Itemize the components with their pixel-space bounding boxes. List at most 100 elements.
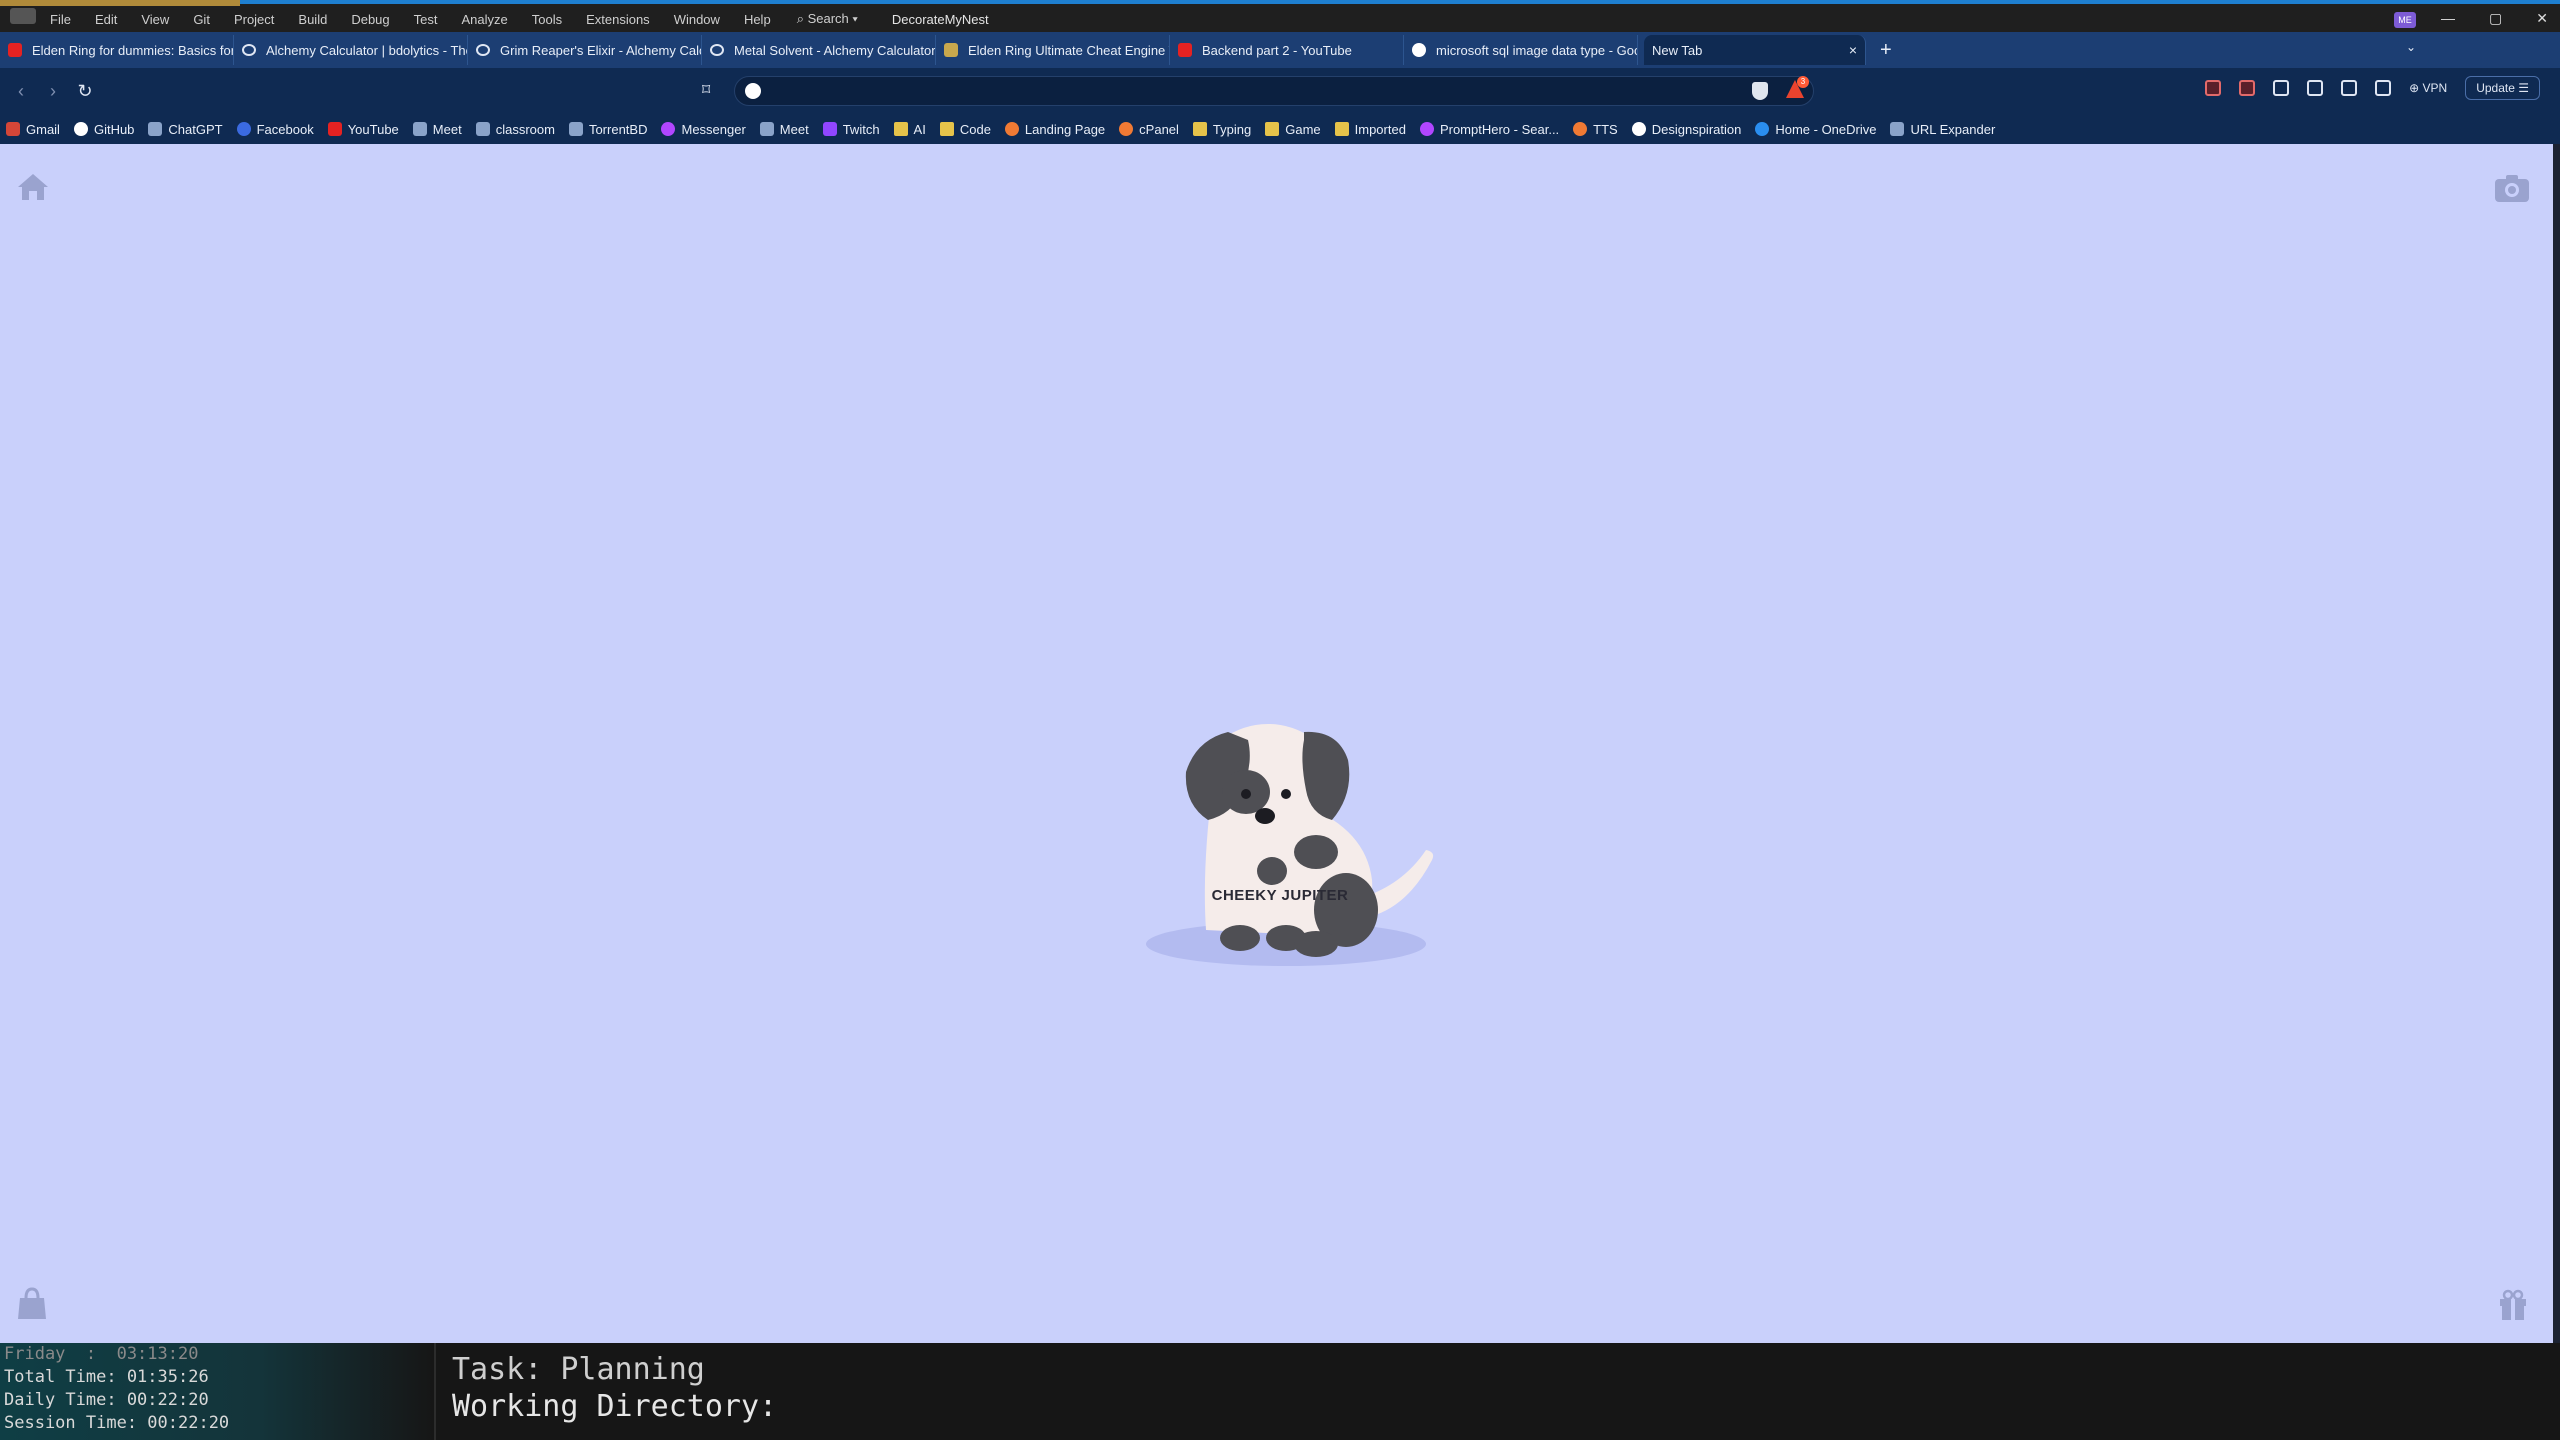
maximize-icon[interactable]: ▢ <box>2489 10 2502 27</box>
bookmark-label: Designspiration <box>1651 121 1742 137</box>
ide-project-name: DecorateMyNest <box>891 11 989 27</box>
tab[interactable]: Elden Ring Ultimate Cheat Engine Ta <box>936 35 1170 65</box>
youtube-icon <box>327 122 342 136</box>
bookmark-item[interactable]: TTS <box>1573 122 1618 137</box>
pet-dog-illustration[interactable] <box>1136 580 1436 980</box>
vpn-button[interactable]: ⊕ VPN <box>2409 81 2447 95</box>
bookmark-item[interactable]: Twitch <box>822 122 880 137</box>
tab-new-tab[interactable]: New Tab × <box>1644 35 1866 65</box>
avatar[interactable]: ME <box>2394 12 2416 28</box>
menu-analyze[interactable]: Analyze <box>461 12 507 27</box>
wallet-icon[interactable] <box>2375 80 2392 96</box>
tab-title: Backend part 2 - YouTube <box>1202 42 1352 58</box>
tab-title: microsoft sql image data type - Goo <box>1436 42 1638 58</box>
bookmark-label: ChatGPT <box>168 121 223 137</box>
menu-view[interactable]: View <box>141 12 169 27</box>
menu-git[interactable]: Git <box>193 12 210 27</box>
bookmark-item[interactable]: Facebook <box>236 122 314 137</box>
google-icon <box>1412 43 1426 57</box>
menu-window[interactable]: Window <box>674 12 720 27</box>
tab[interactable]: Metal Solvent - Alchemy Calculator | <box>702 35 936 65</box>
menu-edit[interactable]: Edit <box>95 12 117 27</box>
bookmark-item[interactable]: Meet <box>759 122 809 137</box>
back-button[interactable]: ‹ <box>10 81 32 102</box>
new-tab-button[interactable]: + <box>1880 39 1892 62</box>
tab[interactable]: Elden Ring for dummies: Basics for E <box>0 35 234 65</box>
bookmark-item[interactable]: Gmail <box>6 122 60 137</box>
bookmark-item[interactable]: Messenger <box>661 122 746 137</box>
reload-button[interactable]: ↻ <box>74 81 96 102</box>
gift-icon[interactable] <box>2497 1287 2529 1321</box>
tab[interactable]: Grim Reaper's Elixir - Alchemy Calcu <box>468 35 702 65</box>
ide-logo-icon <box>10 8 36 24</box>
day-clock: Friday : 03:13:20 <box>4 1344 199 1364</box>
bookmark-label: Typing <box>1212 121 1252 137</box>
extensions-puzzle-icon[interactable] <box>2273 80 2290 96</box>
bookmark-item[interactable]: Meet <box>412 121 462 137</box>
tab[interactable]: microsoft sql image data type - Goo <box>1404 35 1638 65</box>
media-icon[interactable] <box>2307 80 2324 96</box>
bookmark-label: TTS <box>1593 121 1618 137</box>
tab[interactable]: Backend part 2 - YouTube <box>1170 35 1404 65</box>
folder-icon <box>1334 122 1349 136</box>
tab-close-icon[interactable]: × <box>1849 42 1857 58</box>
brave-shield-icon[interactable] <box>1752 82 1768 100</box>
menu-file[interactable]: File <box>50 12 71 27</box>
messenger-icon <box>661 122 676 136</box>
menu-extensions[interactable]: Extensions <box>586 12 650 27</box>
menu-tools[interactable]: Tools <box>532 12 562 27</box>
bookmark-item[interactable]: PromptHero - Sear... <box>1419 121 1560 137</box>
bookmark-item[interactable]: Landing Page <box>1004 122 1105 137</box>
task-panel: Task: Planning Working Directory: <box>452 1351 777 1425</box>
bookmark-item[interactable]: Home - OneDrive <box>1755 122 1876 137</box>
menu-project[interactable]: Project <box>234 12 274 27</box>
menu-help[interactable]: Help <box>744 12 771 27</box>
extension-icon[interactable] <box>2205 80 2222 96</box>
bookmark-item[interactable]: URL Expander <box>1890 122 1995 137</box>
minimize-icon[interactable]: — <box>2441 10 2455 27</box>
working-directory-label: Working Directory: <box>452 1389 778 1424</box>
camera-icon[interactable] <box>2493 172 2531 204</box>
bookmark-item[interactable]: GitHub <box>73 122 134 137</box>
designspiration-icon <box>1631 122 1646 136</box>
address-input[interactable] <box>771 81 1771 103</box>
ide-search-button[interactable]: ⌕ Search ▾ <box>797 5 858 27</box>
bookmark-label: Meet <box>432 121 462 137</box>
bookmark-label: Game <box>1285 121 1321 137</box>
close-icon[interactable]: ✕ <box>2536 10 2548 27</box>
bookmark-item[interactable]: TorrentBD <box>568 122 647 137</box>
sidebar-icon[interactable] <box>2341 80 2358 96</box>
bookmark-item[interactable]: ChatGPT <box>148 121 223 137</box>
forward-button[interactable]: › <box>42 81 64 102</box>
terminal-panel: Friday : 03:13:20 Total Time: 01:35:26 D… <box>0 1343 2560 1440</box>
tab-title: Metal Solvent - Alchemy Calculator | <box>734 42 936 58</box>
tab-list-chevron-icon[interactable]: ⌄ <box>2406 40 2416 54</box>
menu-test[interactable]: Test <box>414 12 438 27</box>
bookmark-item[interactable]: Designspiration <box>1631 121 1742 137</box>
extension-icon[interactable] <box>2239 80 2256 96</box>
bookmark-label: PromptHero - Sear... <box>1439 121 1560 137</box>
home-icon[interactable] <box>16 172 50 202</box>
ide-menu-bar: File Edit View Git Project Build Debug T… <box>0 0 2560 32</box>
bookmark-item[interactable]: classroom <box>475 122 555 137</box>
tab-title: Alchemy Calculator | bdolytics - The <box>266 42 468 58</box>
update-menu-button[interactable]: Update ☰ <box>2465 76 2540 100</box>
bookmark-folder[interactable]: Typing <box>1192 121 1252 137</box>
bookmark-label: YouTube <box>347 121 399 137</box>
bdolytics-icon <box>476 44 490 56</box>
menu-debug[interactable]: Debug <box>351 12 389 27</box>
bookmark-icon[interactable]: ⌑ <box>702 80 710 100</box>
shopping-bag-icon[interactable] <box>16 1287 48 1321</box>
address-bar[interactable] <box>734 76 1814 106</box>
bookmark-folder[interactable]: Imported <box>1334 122 1406 137</box>
torrentbd-icon <box>568 122 583 136</box>
bookmark-item[interactable]: cPanel <box>1119 122 1179 137</box>
bookmark-item[interactable]: YouTube <box>327 121 399 137</box>
bookmark-folder[interactable]: Code <box>939 122 991 137</box>
menu-build[interactable]: Build <box>298 12 327 27</box>
bookmark-folder[interactable]: Game <box>1265 121 1321 137</box>
facebook-icon <box>236 122 251 136</box>
bookmark-folder[interactable]: AI <box>893 122 926 137</box>
pet-name: CHEEKY JUPITER <box>1211 887 1349 904</box>
tab[interactable]: Alchemy Calculator | bdolytics - The <box>234 35 468 65</box>
